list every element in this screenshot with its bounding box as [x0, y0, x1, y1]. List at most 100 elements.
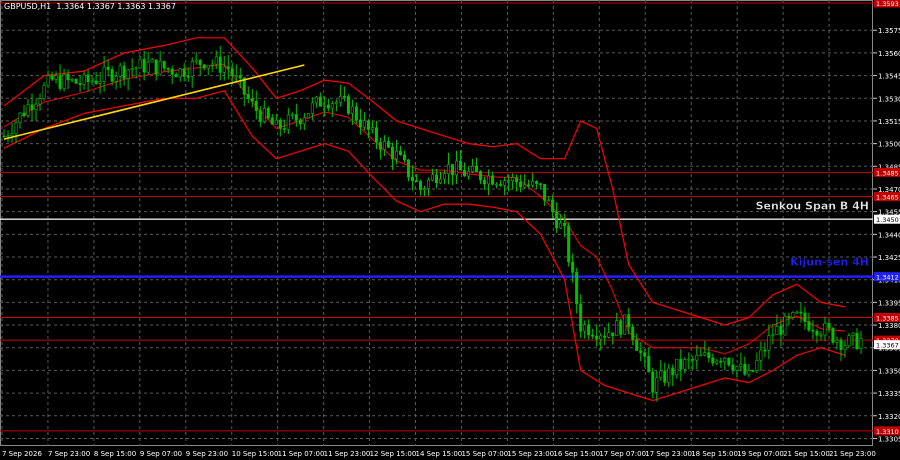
candle-body — [851, 332, 855, 336]
candle-body — [226, 66, 230, 70]
price-chart[interactable]: 1.3575 1.3560 1.3545 1.3530 1.3515 1.3500 1.34… — [0, 0, 900, 460]
candle-body — [691, 358, 695, 361]
candle-body — [795, 311, 799, 314]
y-tick-label: 1.3320 — [878, 413, 900, 421]
candle-body — [515, 177, 519, 183]
candle-body — [422, 188, 426, 190]
x-tick-label: 15 Sep 23:00 — [507, 450, 554, 458]
current-price-label: 1.3367 — [876, 342, 899, 350]
candle-body — [426, 179, 430, 189]
candle-body — [595, 335, 599, 340]
candle-body — [563, 222, 567, 227]
level-price-label: 1.3450 — [876, 216, 899, 224]
candle-body — [306, 113, 310, 119]
candle-body — [282, 128, 286, 130]
candle-body — [358, 119, 362, 128]
candle-body — [751, 370, 755, 372]
candle-body — [679, 358, 683, 370]
candle-body — [783, 315, 787, 336]
candle-body — [290, 114, 294, 116]
candle-body — [779, 326, 783, 336]
candle-body — [382, 141, 386, 150]
candle-body — [803, 312, 807, 322]
candle-body — [94, 80, 98, 84]
candle-body — [735, 366, 739, 371]
candle-body — [627, 314, 631, 328]
candle-body — [591, 334, 595, 337]
y-tick-label: 1.3560 — [878, 50, 900, 58]
candle-body — [194, 59, 198, 62]
candle-body — [535, 181, 539, 184]
candle-body — [362, 120, 366, 128]
candle-body — [310, 102, 314, 114]
candle-body — [102, 66, 106, 82]
candle-body — [675, 358, 679, 376]
y-tick-label: 1.3395 — [878, 299, 900, 307]
y-tick-label: 1.3380 — [878, 322, 900, 330]
candle-body — [326, 104, 330, 109]
x-tick-label: 17 Sep 23:00 — [645, 450, 692, 458]
level-price-label: 1.3593 — [876, 0, 899, 8]
y-tick-label: 1.3305 — [878, 435, 900, 443]
candle-body — [314, 96, 318, 104]
candle-body — [815, 330, 819, 336]
candle-body — [62, 73, 66, 89]
candle-body — [559, 222, 563, 229]
candle-body — [298, 119, 302, 125]
candle-body — [154, 59, 158, 75]
x-tick-label: 19 Sep 07:00 — [737, 450, 784, 458]
candle-body — [262, 107, 266, 122]
candle-body — [659, 370, 663, 379]
candle-body — [82, 74, 86, 85]
candle-body — [791, 312, 795, 318]
candle-body — [491, 175, 495, 185]
candle-body — [278, 119, 282, 129]
candle-body — [547, 199, 551, 202]
candle-body — [246, 94, 250, 99]
candle-body — [202, 64, 206, 69]
candle-body — [130, 68, 134, 71]
candle-body — [98, 80, 102, 84]
candle-body — [487, 175, 491, 185]
candle-body — [18, 112, 22, 123]
candle-body — [22, 112, 26, 116]
x-tick-label: 10 Sep 15:00 — [232, 450, 279, 458]
candle-body — [531, 181, 535, 186]
candle-body — [759, 349, 763, 361]
candle-body — [274, 119, 278, 125]
candle-body — [763, 349, 767, 352]
candle-body — [138, 59, 142, 69]
x-tick-label: 21 Sep 15:00 — [783, 450, 830, 458]
candle-body — [523, 184, 527, 188]
candle-body — [723, 357, 727, 363]
y-tick-label: 1.3440 — [878, 231, 900, 239]
y-tick-label: 1.3335 — [878, 390, 900, 398]
candle-body — [66, 73, 70, 81]
x-tick-label: 12 Sep 15:00 — [370, 450, 417, 458]
candle-body — [150, 59, 154, 63]
x-tick-label: 9 Sep 07:00 — [140, 450, 182, 458]
y-tick-label: 1.3350 — [878, 367, 900, 375]
candle-body — [26, 104, 30, 116]
candle-body — [174, 74, 178, 78]
candle-body — [855, 332, 859, 350]
candle-body — [70, 78, 74, 81]
candle-body — [122, 65, 126, 79]
candle-body — [198, 59, 202, 66]
candle-body — [499, 183, 503, 186]
candle-body — [110, 69, 114, 82]
candle-body — [507, 180, 511, 182]
candle-body — [651, 371, 655, 393]
candle-body — [402, 154, 406, 161]
plot-frame — [0, 0, 873, 446]
candle-body — [655, 377, 659, 393]
candle-body — [170, 68, 174, 75]
candle-body — [354, 106, 358, 121]
candle-body — [483, 179, 487, 185]
candle-body — [254, 100, 258, 111]
candle-body — [322, 104, 326, 107]
candle-body — [210, 63, 214, 66]
candle-body — [447, 164, 451, 175]
candle-body — [467, 171, 471, 177]
candle-body — [434, 174, 438, 184]
